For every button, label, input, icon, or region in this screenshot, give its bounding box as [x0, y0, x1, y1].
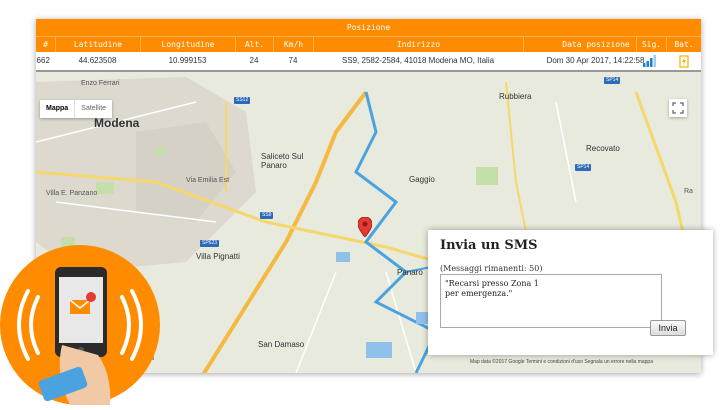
signal-bars-icon — [639, 52, 661, 70]
table-header: # Latitudine Longitudine Alt. Km/h Indir… — [36, 36, 701, 53]
send-button[interactable]: Invia — [650, 320, 686, 336]
table-title: Posizione — [36, 19, 701, 36]
col-header-signal: Sig. — [636, 37, 666, 53]
map-label-modena: Modena — [94, 116, 140, 130]
cell-longitude: 10.999153 — [168, 56, 207, 65]
map-label-panaro: Panaro — [397, 268, 423, 277]
col-header-address: Indirizzo — [313, 37, 523, 53]
map-type-map[interactable]: Mappa — [40, 100, 74, 118]
road-shield-sp623: SP623 — [200, 240, 220, 247]
battery-charging-icon — [673, 52, 695, 70]
map-label-villa-panzano: Villa E. Panzano — [46, 190, 98, 197]
map-label-rubbiera: Rubbiera — [499, 92, 532, 101]
road-shield-sp14: SP14 — [604, 77, 621, 84]
col-header-longitude: Longitudine — [140, 37, 235, 53]
col-header-latitude: Latitudine — [55, 37, 140, 53]
road-shield-ss12: SS12 — [234, 97, 251, 104]
map-attribution[interactable]: Map data ©2017 Google Termini e condizio… — [470, 359, 653, 365]
cell-speed: 74 — [288, 56, 298, 65]
col-header-battery: Bat. — [666, 37, 701, 53]
fullscreen-icon[interactable] — [669, 99, 687, 117]
col-header-number: # — [43, 40, 48, 49]
cell-latitude: 44.623508 — [78, 56, 117, 65]
sms-remaining-count: (Messaggi rimanenti: 50) — [440, 264, 543, 273]
cell-address: SS9, 2582-2584, 41018 Modena MO, Italia — [341, 56, 495, 65]
map-label-via-emilia: Via Emilia Est — [186, 177, 230, 184]
cell-altitude: 24 — [249, 56, 259, 65]
sms-title: Invia un SMS — [440, 238, 538, 253]
map-label-enzo-ferrari: Enzo Ferrari — [81, 80, 120, 87]
road-shield-sp14-b: SP14 — [575, 164, 592, 171]
phone-alert-icon — [17, 267, 143, 405]
col-header-speed: Km/h — [273, 37, 313, 53]
sms-message-field[interactable]: "Recarsi presso Zona 1 per emergenza." — [440, 274, 662, 328]
sms-dialog: Invia un SMS (Messaggi rimanenti: 50) "R… — [428, 230, 713, 355]
map-label-san-damaso: San Damaso — [258, 340, 305, 349]
table-row[interactable]: 3662 44.623508 10.999153 24 74 SS9, 2582… — [36, 52, 701, 72]
col-header-altitude: Alt. — [235, 37, 273, 53]
phone-alert-badge — [0, 245, 160, 405]
map-label-recovato: Recovato — [586, 144, 620, 153]
road-shield-ss9: SS9 — [260, 212, 274, 219]
cell-id: 3662 — [36, 56, 50, 65]
map-label-ra: Ra — [684, 188, 693, 195]
map-label-gaggio: Gaggio — [409, 175, 435, 184]
map-label-villa-pignatti: Villa Pignatti — [196, 252, 240, 261]
location-pin-icon[interactable] — [357, 216, 373, 242]
map-label-saliceto: Saliceto Sul Panaro — [261, 152, 304, 170]
